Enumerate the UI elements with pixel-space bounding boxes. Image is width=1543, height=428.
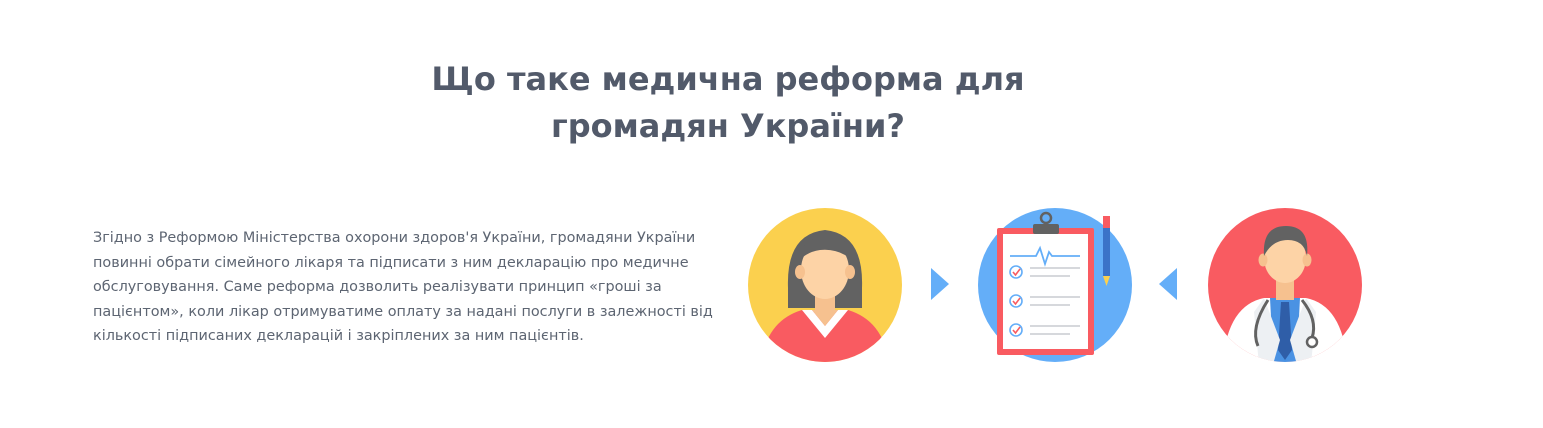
reform-description: Згідно з Реформою Міністерства охорони з… (93, 230, 713, 344)
arrow-left-icon (1159, 268, 1177, 300)
clipboard-declaration-icon (978, 208, 1132, 362)
page-title-line-1: Що таке медична реформа для (431, 60, 1025, 98)
pen-icon (1103, 216, 1110, 286)
reform-illustration-svg (748, 208, 1362, 362)
arrow-right-icon (931, 268, 949, 300)
doctor-icon (1208, 208, 1362, 362)
page-title: Що таке медична реформа для громадян Укр… (0, 56, 1456, 150)
reform-section: Що таке медична реформа для громадян Укр… (0, 0, 1543, 428)
reform-illustration (740, 200, 1380, 375)
woman-patient-icon (748, 208, 902, 362)
page-title-line-2: громадян України? (551, 107, 905, 145)
